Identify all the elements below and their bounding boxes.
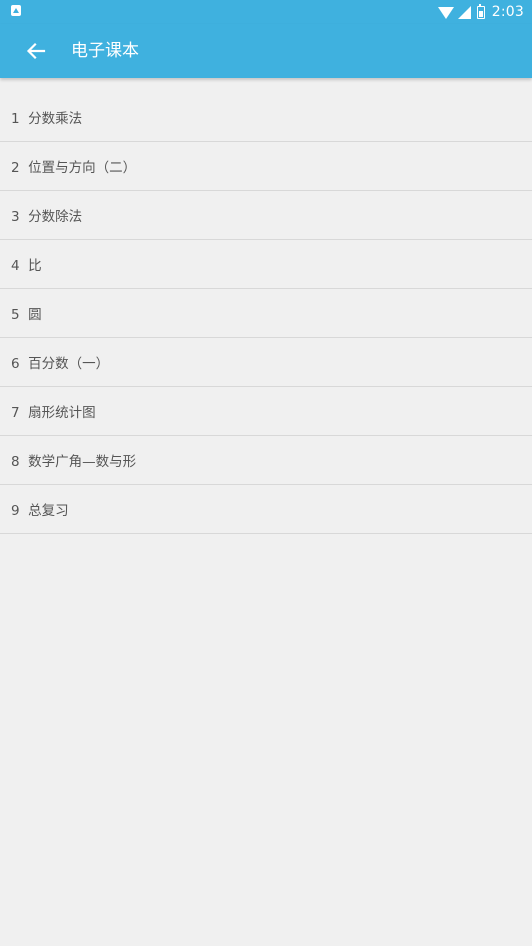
list-item-label: 8 数学广角—数与形 xyxy=(11,454,137,470)
list-item-label: 5 圆 xyxy=(11,307,42,323)
list-item[interactable]: 9 总复习 xyxy=(0,485,532,534)
battery-icon xyxy=(476,3,485,19)
list-item-label: 1 分数乘法 xyxy=(11,111,83,127)
notification-icon xyxy=(11,5,21,16)
status-time: 2:03 xyxy=(491,4,524,20)
list-item[interactable]: 8 数学广角—数与形 xyxy=(0,436,532,485)
signal-icon xyxy=(457,5,471,19)
app-bar: 电子课本 xyxy=(0,24,532,78)
list-item-label: 2 位置与方向（二） xyxy=(11,160,137,176)
list-item[interactable]: 4 比 xyxy=(0,240,532,289)
status-indicators: 2:03 xyxy=(437,2,524,22)
list-item[interactable]: 3 分数除法 xyxy=(0,191,532,240)
list-item[interactable]: 7 扇形统计图 xyxy=(0,387,532,436)
list-item-label: 4 比 xyxy=(11,258,42,274)
list-item-label: 9 总复习 xyxy=(11,503,69,519)
status-bar: 2:03 xyxy=(0,0,532,24)
list-item-label: 6 百分数（一） xyxy=(11,356,110,372)
arrow-left-icon xyxy=(26,42,46,60)
list-item-label: 3 分数除法 xyxy=(11,209,83,225)
chapter-list: 1 分数乘法 2 位置与方向（二） 3 分数除法 4 比 5 圆 6 百分数（一… xyxy=(0,93,532,534)
list-item[interactable]: 6 百分数（一） xyxy=(0,338,532,387)
page-title: 电子课本 xyxy=(71,41,139,61)
list-item[interactable]: 1 分数乘法 xyxy=(0,93,532,142)
back-button[interactable] xyxy=(20,35,52,67)
wifi-icon xyxy=(437,6,454,19)
list-item-label: 7 扇形统计图 xyxy=(11,405,96,421)
list-item[interactable]: 2 位置与方向（二） xyxy=(0,142,532,191)
list-item[interactable]: 5 圆 xyxy=(0,289,532,338)
